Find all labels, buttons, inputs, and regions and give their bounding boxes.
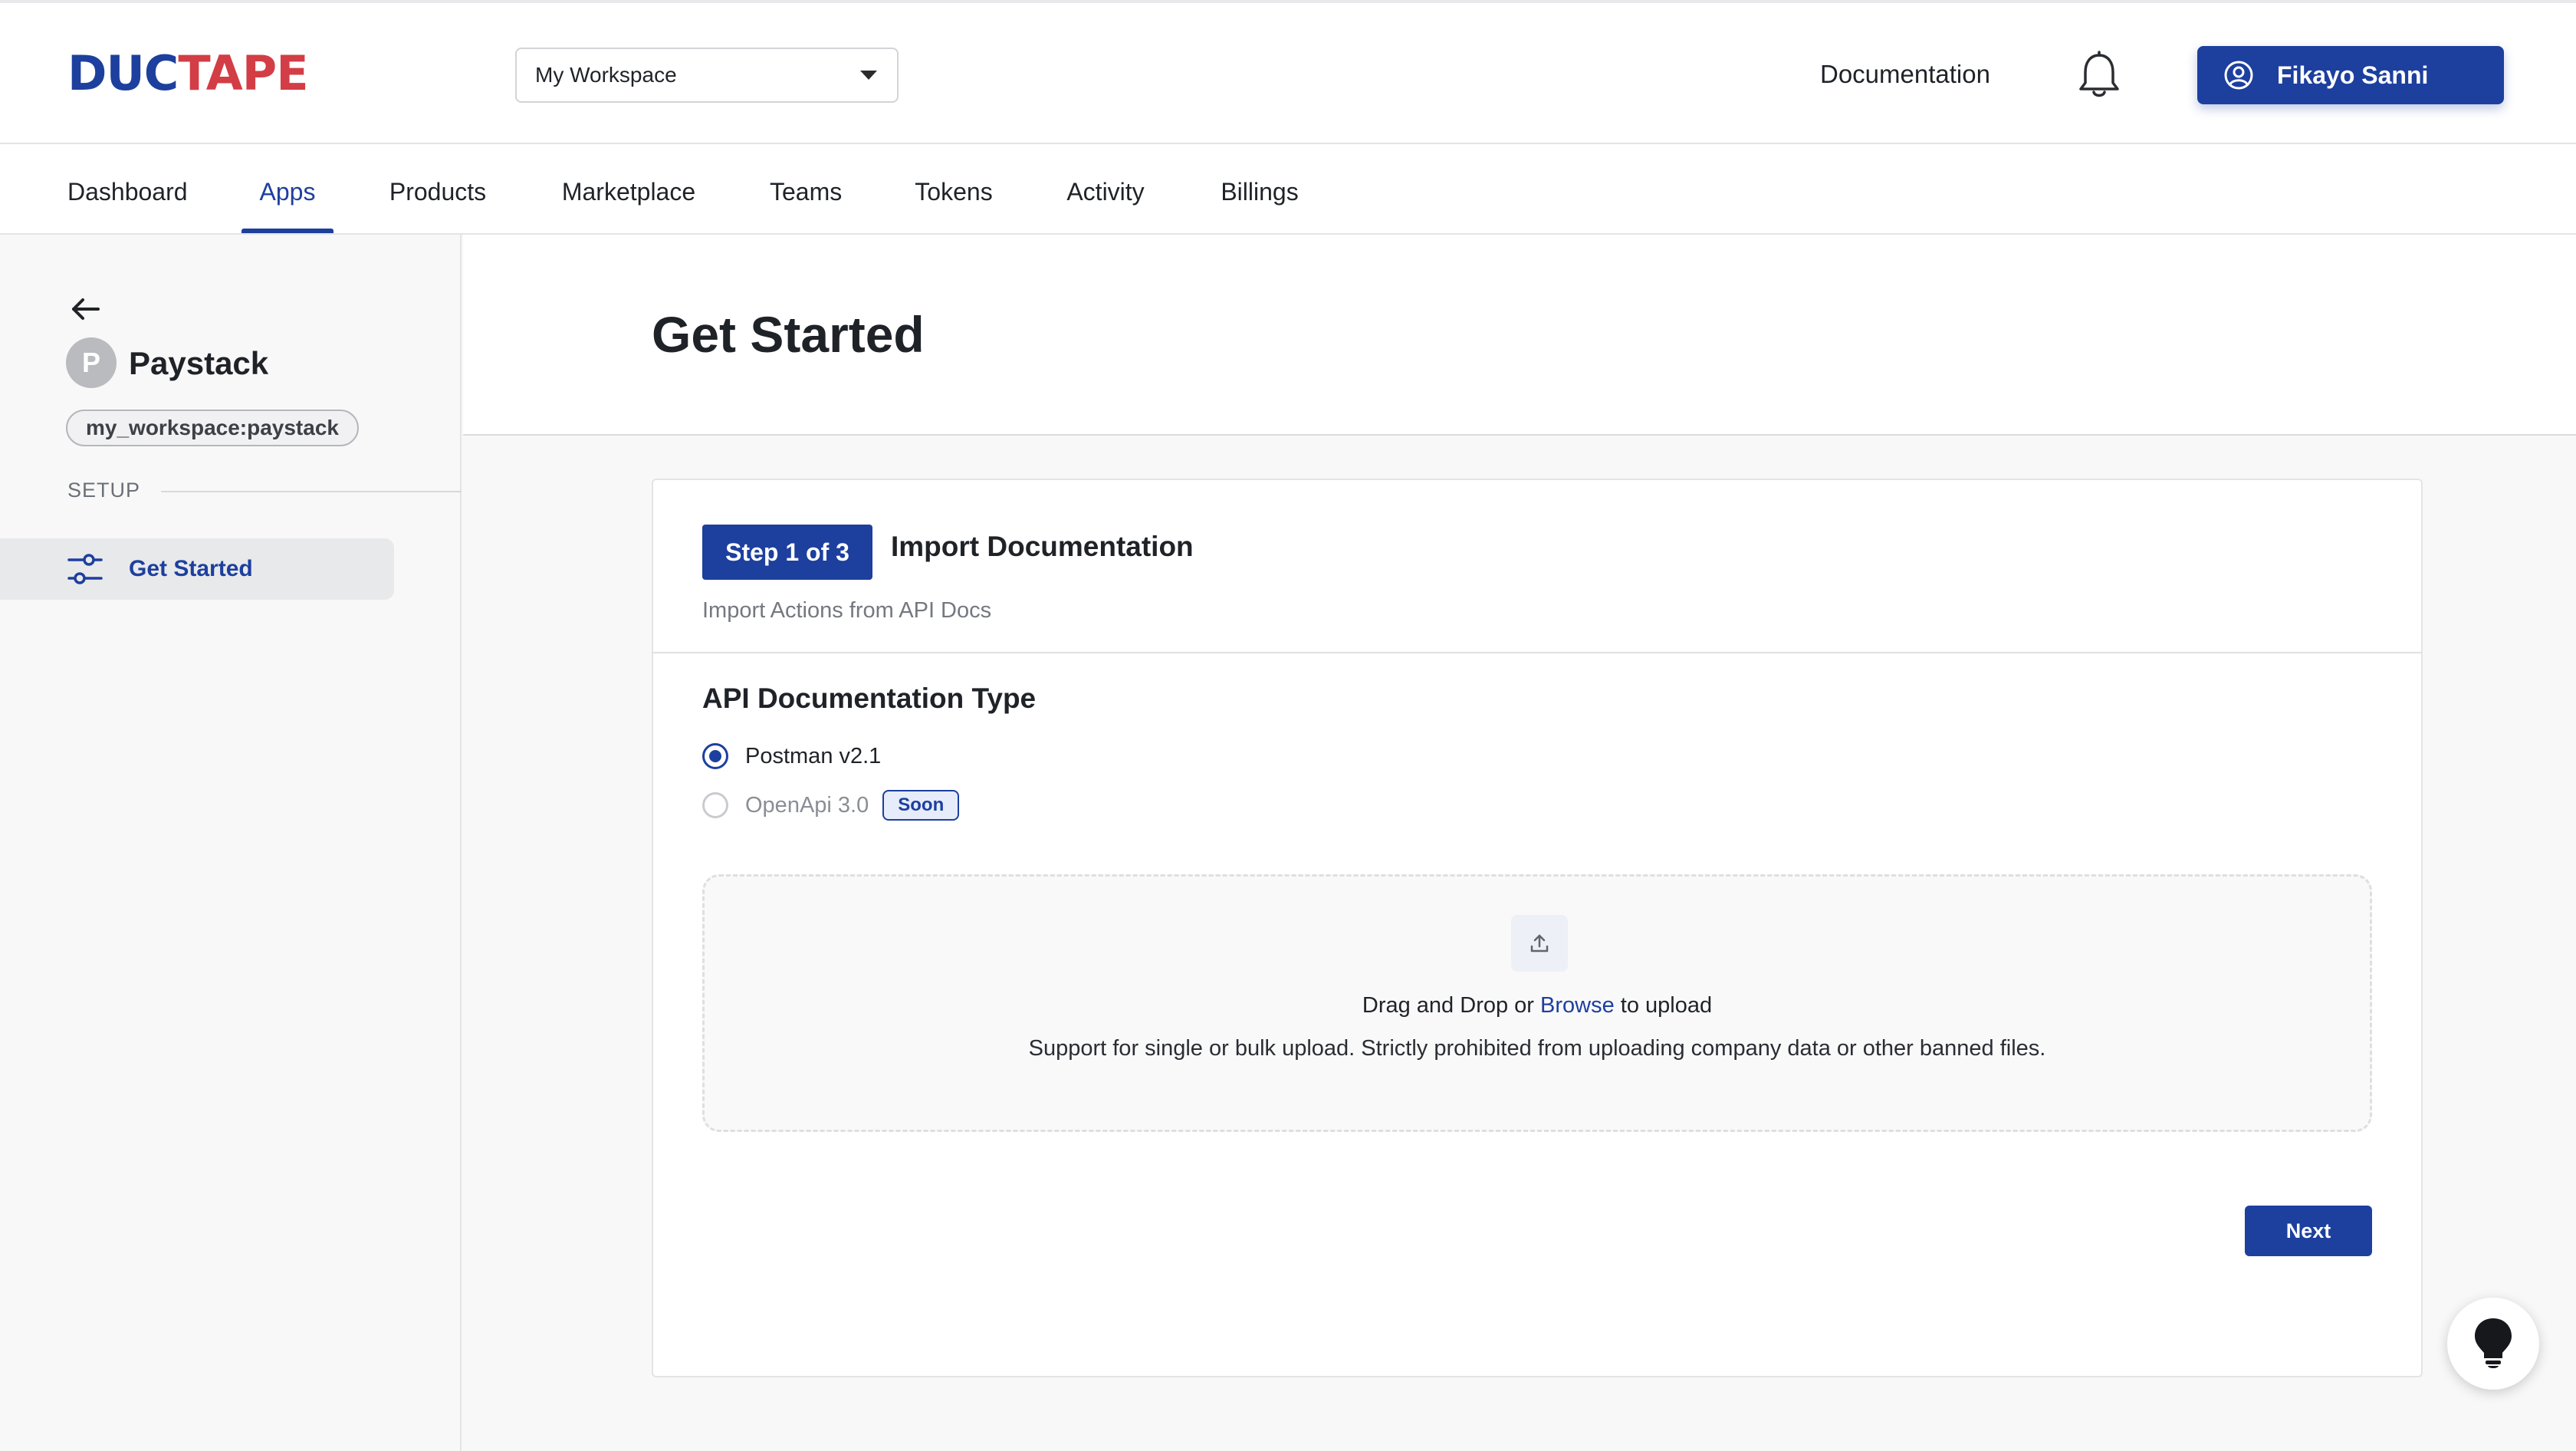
workspace-select[interactable]: My Workspace: [515, 48, 899, 103]
radio-option-openapi: OpenApi 3.0 Soon: [702, 790, 960, 821]
radio-button: [702, 792, 728, 818]
workspace-select-value: My Workspace: [535, 63, 677, 87]
main-nav: Dashboard Apps Products Marketplace Team…: [0, 144, 2576, 235]
upload-icon: [1511, 915, 1568, 972]
user-menu-button[interactable]: Fikayo Sanni: [2197, 46, 2504, 104]
tab-apps[interactable]: Apps: [242, 144, 334, 233]
setup-section-label: SETUP: [67, 479, 141, 502]
logo-text-tape: TAPE: [178, 45, 308, 101]
user-name: Fikayo Sanni: [2277, 61, 2429, 89]
browse-link[interactable]: Browse: [1540, 993, 1615, 1018]
sidebar: P Paystack my_workspace:paystack SETUP G…: [0, 235, 462, 1451]
dropzone-text-after: to upload: [1614, 993, 1713, 1018]
tab-tokens[interactable]: Tokens: [915, 144, 993, 233]
sidebar-item-get-started[interactable]: Get Started: [0, 538, 394, 600]
sliders-icon: [67, 554, 103, 584]
tab-activity[interactable]: Activity: [1064, 144, 1147, 233]
dropzone-note: Support for single or bulk upload. Stric…: [1028, 1036, 2046, 1061]
page-header: Get Started: [463, 235, 2576, 436]
step-subtitle: Import Actions from API Docs: [702, 598, 992, 623]
top-header: DUCTAPE My Workspace Documentation Fikay…: [0, 0, 2576, 144]
help-bulb-button[interactable]: [2447, 1298, 2539, 1390]
setup-divider: [161, 491, 462, 492]
step-badge: Step 1 of 3: [702, 525, 872, 580]
app-slug-badge: my_workspace:paystack: [66, 410, 359, 446]
step-title: Import Documentation: [891, 531, 1194, 562]
radio-label: OpenApi 3.0: [745, 792, 869, 818]
soon-badge: Soon: [882, 790, 960, 821]
documentation-link[interactable]: Documentation: [1820, 55, 1990, 94]
next-button[interactable]: Next: [2245, 1206, 2372, 1256]
tab-billings[interactable]: Billings: [1219, 144, 1300, 233]
tab-marketplace[interactable]: Marketplace: [560, 144, 697, 233]
doc-type-title: API Documentation Type: [702, 683, 1037, 714]
import-card: Step 1 of 3 Import Documentation Import …: [652, 479, 2423, 1377]
dropzone-text-before: Drag and Drop or: [1362, 993, 1541, 1018]
sidebar-item-label: Get Started: [129, 556, 253, 581]
lightbulb-icon: [2475, 1318, 2512, 1368]
tab-teams[interactable]: Teams: [770, 144, 842, 233]
radio-option-postman[interactable]: Postman v2.1: [702, 741, 881, 772]
page-title: Get Started: [652, 306, 925, 363]
tab-dashboard[interactable]: Dashboard: [67, 144, 188, 233]
logo-text-duc: DUC: [67, 45, 179, 101]
bell-icon[interactable]: [2076, 51, 2122, 100]
back-arrow-icon[interactable]: [69, 293, 101, 325]
radio-label: Postman v2.1: [745, 743, 882, 768]
chevron-down-icon: [860, 71, 877, 80]
tab-products[interactable]: Products: [389, 144, 487, 233]
radio-button[interactable]: [702, 743, 728, 769]
user-circle-icon: [2224, 61, 2253, 90]
ductape-logo[interactable]: DUCTAPE: [67, 44, 309, 103]
dropzone-instruction: Drag and Drop or Browse to upload: [705, 993, 2370, 1018]
app-avatar: P: [66, 337, 117, 388]
step-header: Step 1 of 3 Import Documentation Import …: [653, 480, 2421, 653]
file-dropzone[interactable]: Drag and Drop or Browse to upload Suppor…: [702, 874, 2372, 1132]
app-name: Paystack: [129, 345, 269, 381]
